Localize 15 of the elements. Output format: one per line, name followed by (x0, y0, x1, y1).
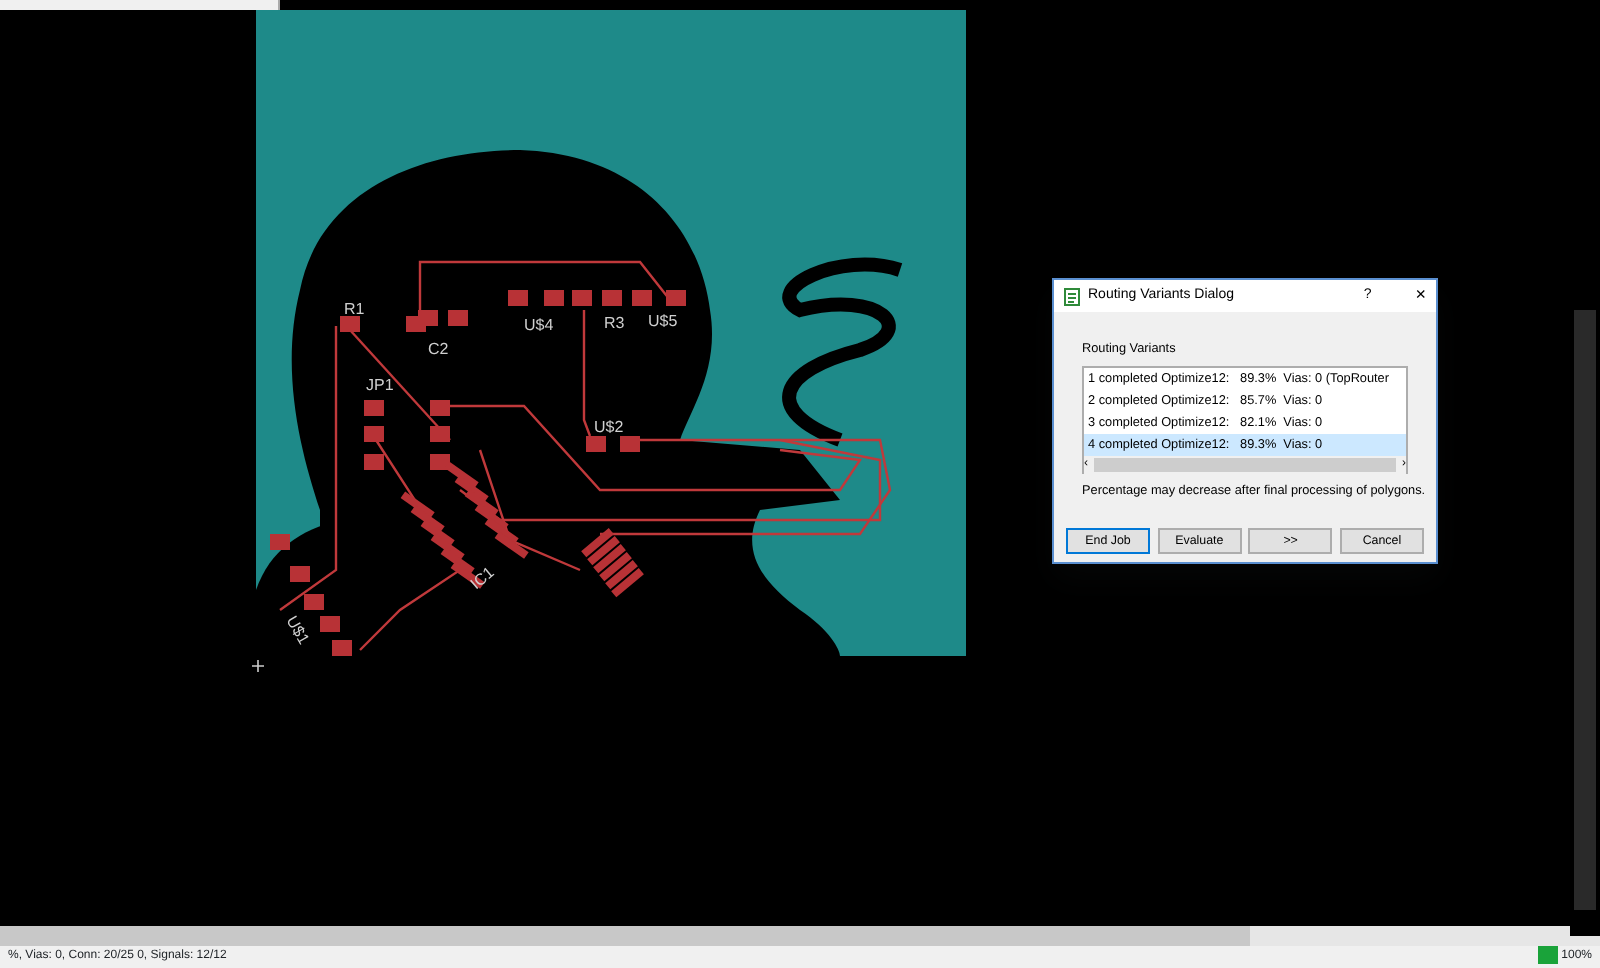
scrollbar-thumb[interactable] (1094, 457, 1396, 472)
component-label: IC1 (467, 563, 498, 594)
component-label: C2 (428, 340, 449, 358)
origin-cross-icon (251, 659, 265, 673)
component-label: R3 (604, 314, 625, 332)
component-label: R1 (344, 300, 365, 318)
component-label: U$2 (594, 418, 624, 436)
component-label: JP1 (366, 376, 394, 394)
square-icon (1537, 946, 1558, 964)
app-icon (1064, 287, 1080, 305)
close-button[interactable]: × (1415, 282, 1426, 310)
component-label: U$5 (648, 312, 678, 330)
horizontal-scrollbar[interactable] (0, 926, 1600, 946)
text-field[interactable] (0, 0, 280, 10)
component-label: U$4 (524, 316, 554, 334)
